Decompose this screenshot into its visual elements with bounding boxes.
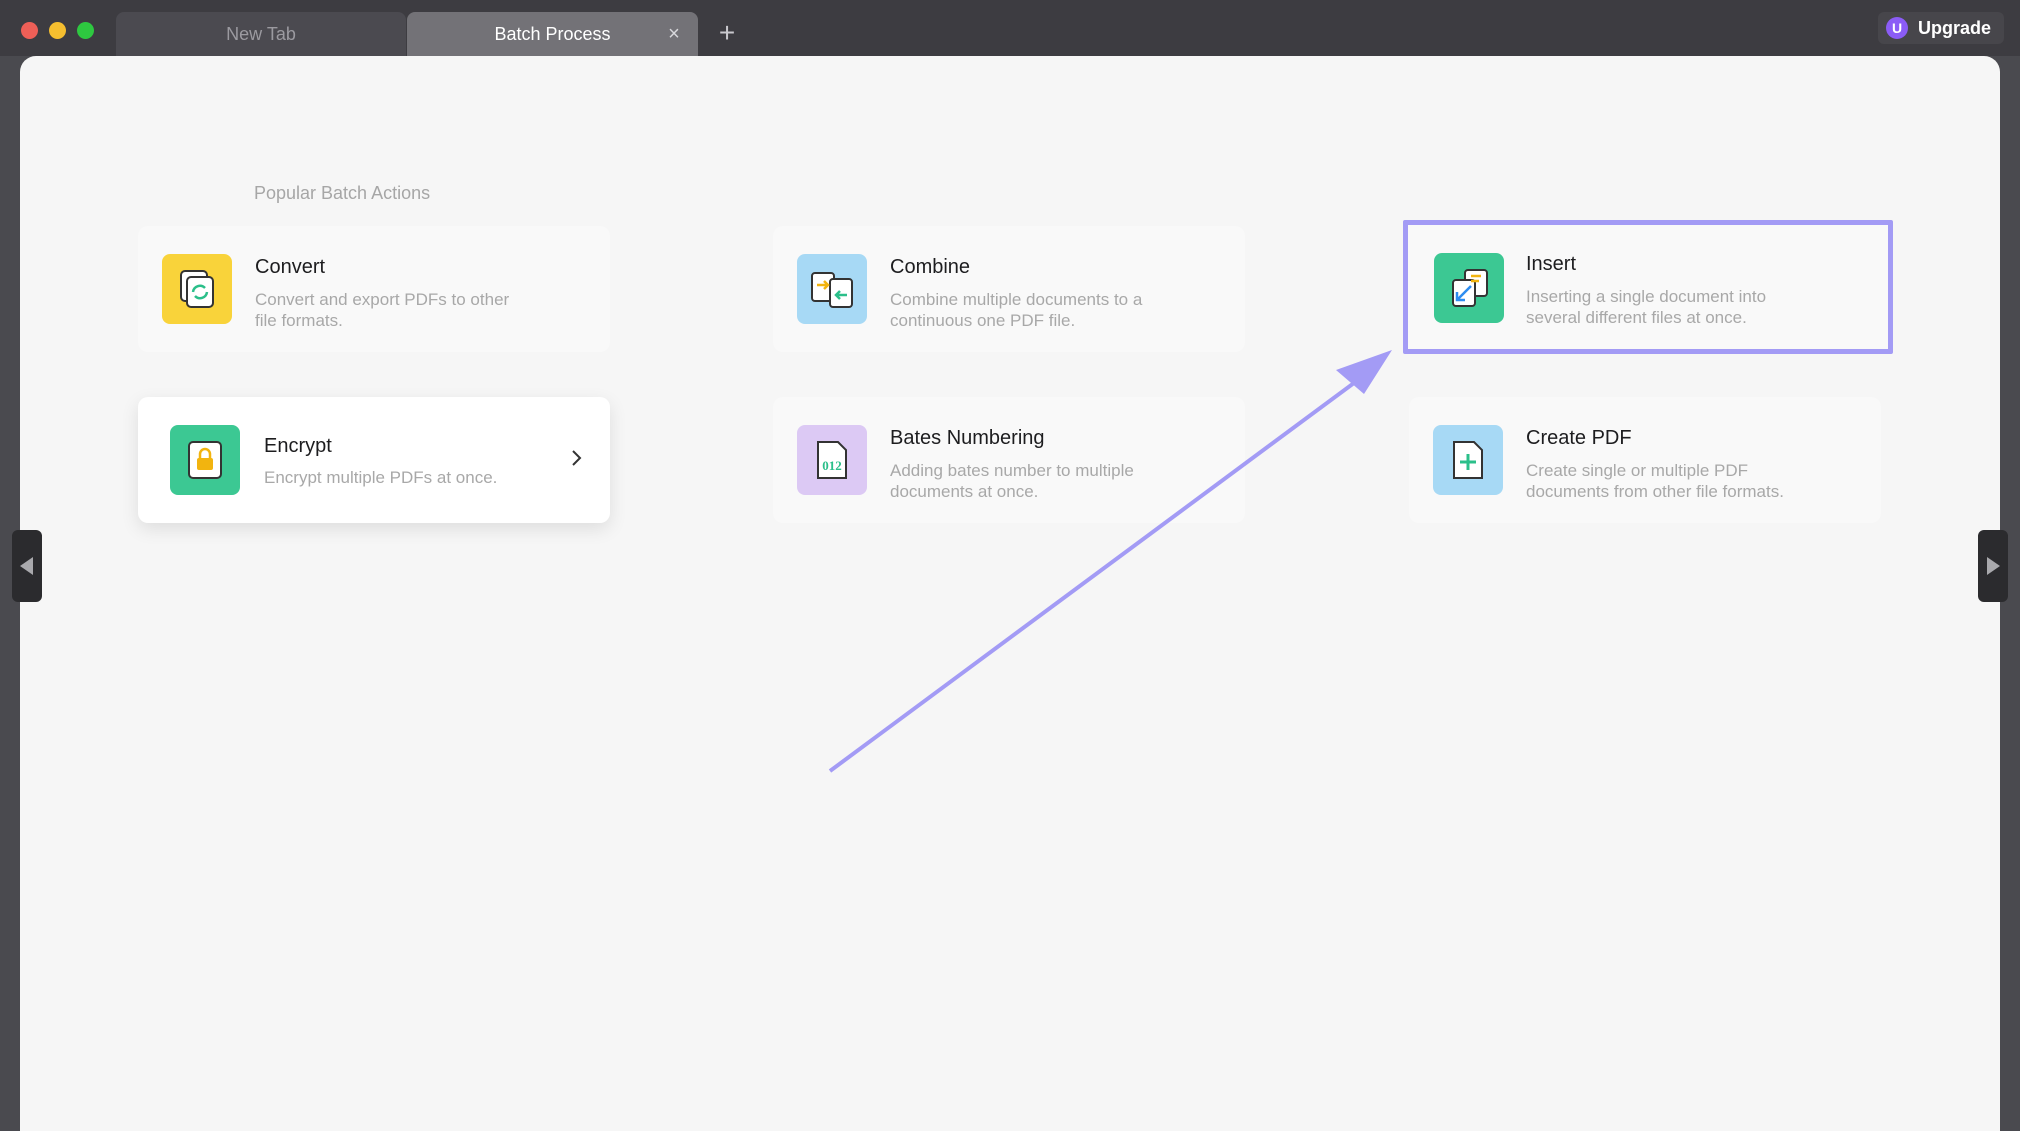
annotation-arrow: [828, 350, 1392, 773]
scroll-right-button[interactable]: [1978, 530, 2008, 602]
triangle-right-icon: [1987, 557, 2000, 575]
arrow-head: [1336, 350, 1392, 394]
scroll-left-button[interactable]: [12, 530, 42, 602]
triangle-left-icon: [20, 557, 33, 575]
